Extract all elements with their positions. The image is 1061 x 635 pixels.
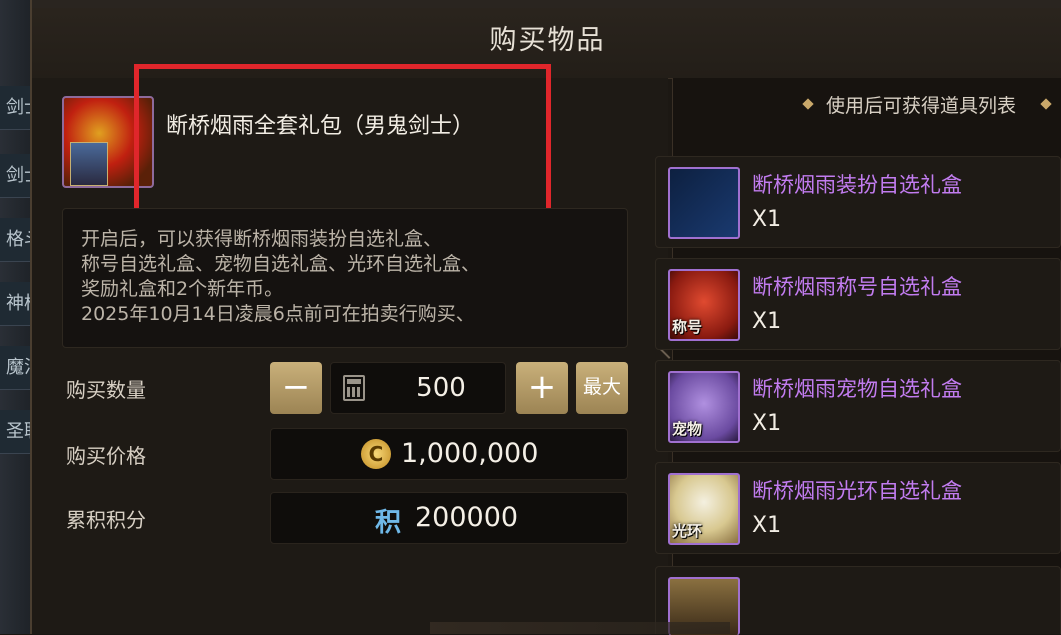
max-quantity-button[interactable]: 最大 [576, 362, 628, 414]
character-portrait-icon [70, 142, 108, 186]
description-line: 奖励礼盒和2个新年币。 [81, 278, 284, 300]
price-value: 1,000,000 [401, 438, 539, 469]
decrease-quantity-button[interactable]: − [270, 362, 322, 414]
points-value: 200000 [415, 502, 519, 533]
description-line: 开启后，可以获得断桥烟雨装扮自选礼盒、 [81, 228, 443, 250]
highlight-box [134, 64, 551, 220]
quantity-input[interactable]: 500 [330, 362, 506, 414]
gift-box-gold-icon: 光环 [668, 473, 740, 545]
reward-tag: 宠物 [672, 420, 703, 438]
reward-item[interactable]: 称号 断桥烟雨称号自选礼盒 X1 [655, 258, 1061, 350]
reward-item[interactable]: 宠物 断桥烟雨宠物自选礼盒 X1 [655, 360, 1061, 452]
calculator-icon[interactable] [343, 375, 365, 401]
title-top-strip [32, 0, 1061, 8]
reward-qty: X1 [752, 207, 782, 232]
reward-name: 断桥烟雨装扮自选礼盒 [752, 173, 962, 197]
bottom-hint-bar [430, 622, 730, 634]
reward-item[interactable]: 断桥烟雨装扮自选礼盒 X1 [655, 156, 1061, 248]
reward-name: 断桥烟雨光环自选礼盒 [752, 479, 962, 503]
price-display: C 1,000,000 [270, 428, 628, 480]
gift-box-purple-icon: 宠物 [668, 371, 740, 443]
reward-qty: X1 [752, 411, 782, 436]
increase-quantity-button[interactable]: + [516, 362, 568, 414]
reward-item[interactable]: 光环 断桥烟雨光环自选礼盒 X1 [655, 462, 1061, 554]
reward-tag: 光环 [672, 522, 703, 540]
quantity-value: 500 [416, 373, 466, 403]
rewards-title: 使用后可获得道具列表 [826, 95, 1017, 117]
reward-name: 断桥烟雨称号自选礼盒 [752, 275, 962, 299]
outfit-icon [668, 167, 740, 239]
points-icon: 积 [375, 508, 402, 538]
quantity-label: 购买数量 [66, 378, 146, 402]
gold-coin-icon: C [361, 439, 391, 469]
reward-qty: X1 [752, 309, 782, 334]
points-display: 积 200000 [270, 492, 628, 544]
reward-name: 断桥烟雨宠物自选礼盒 [752, 377, 962, 401]
item-description[interactable]: 开启后，可以获得断桥烟雨装扮自选礼盒、 称号自选礼盒、宠物自选礼盒、光环自选礼盒… [62, 208, 628, 348]
dialog-title: 购买物品 [489, 25, 606, 56]
reward-qty: X1 [752, 513, 782, 538]
reward-tag: 称号 [672, 318, 703, 336]
description-line: 称号自选礼盒、宠物自选礼盒、光环自选礼盒、 [81, 253, 481, 275]
description-line: 2025年10月14日凌晨6点前可在拍卖行购买、 [81, 303, 475, 325]
gift-box-red-icon: 称号 [668, 269, 740, 341]
price-label: 购买价格 [66, 444, 146, 468]
points-label: 累积积分 [66, 508, 146, 532]
